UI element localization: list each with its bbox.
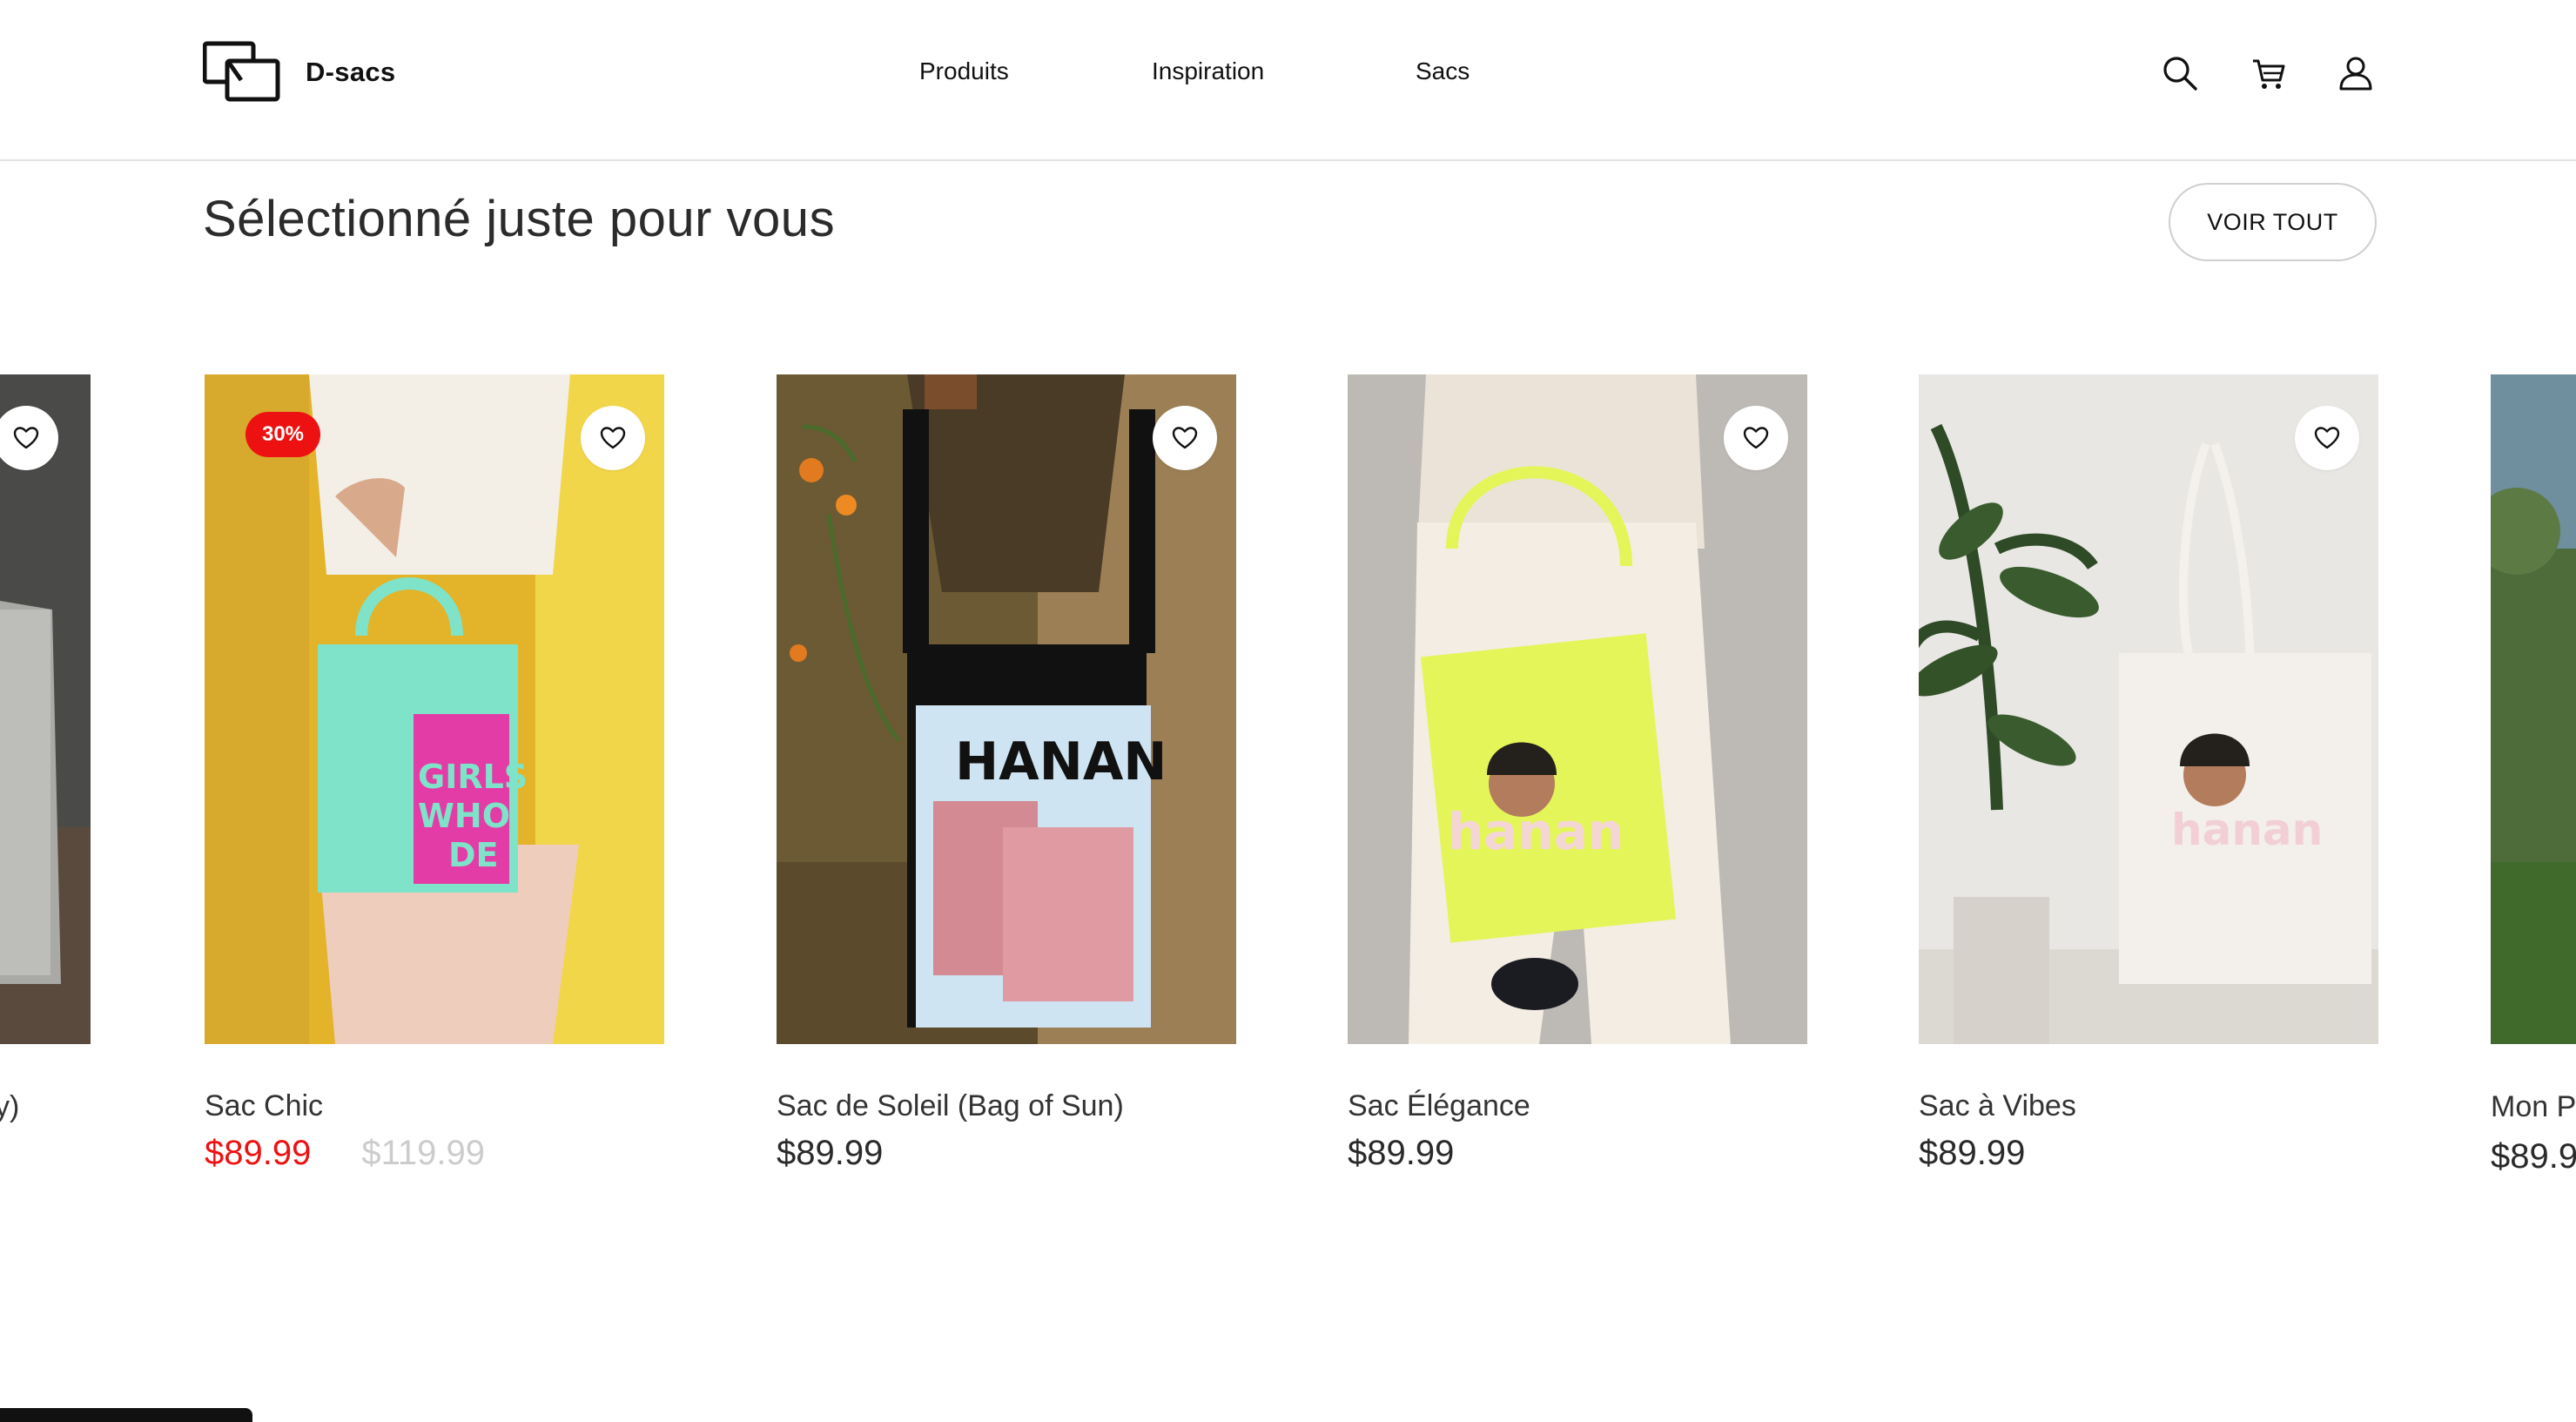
heart-icon bbox=[1743, 427, 1769, 449]
product-card-sac-de-soleil[interactable]: HANAN Sac de Soleil (Bag of Sun) $89.99 bbox=[777, 374, 1236, 1173]
price: $89.99 bbox=[1919, 1134, 2026, 1172]
price-partial: $89.9 bbox=[2491, 1137, 2576, 1176]
product-name-partial: Mon Pe bbox=[2491, 1090, 2576, 1123]
section-title: Sélectionné juste pour vous bbox=[203, 191, 836, 247]
product-prices: $89.99 bbox=[777, 1134, 1236, 1173]
user-icon[interactable] bbox=[2337, 54, 2375, 92]
heart-icon bbox=[1172, 427, 1198, 449]
svg-text:GIRLS: GIRLS bbox=[418, 758, 528, 796]
svg-text:WHO: WHO bbox=[418, 797, 510, 835]
product-card-sac-chic[interactable]: GIRLS WHO DE 30% Sac Chic $89.99 $119.99 bbox=[205, 374, 664, 1173]
status-tag bbox=[0, 1408, 252, 1422]
site-header: D-sacs Produits Inspiration Sacs bbox=[0, 0, 2576, 161]
view-all-button[interactable]: VOIR TOUT bbox=[2169, 183, 2377, 261]
heart-icon bbox=[13, 427, 39, 449]
wishlist-button[interactable] bbox=[1724, 406, 1788, 470]
cart-icon[interactable] bbox=[2250, 54, 2288, 92]
wishlist-button[interactable] bbox=[581, 406, 645, 470]
product-name[interactable]: Sac Chic bbox=[205, 1089, 664, 1123]
svg-text:DE: DE bbox=[448, 836, 499, 874]
nav-sacs[interactable]: Sacs bbox=[1416, 57, 1470, 85]
product-card-sac-a-vibes[interactable]: hanan Sac à Vibes $89.99 bbox=[1919, 374, 2378, 1173]
wishlist-button[interactable] bbox=[1153, 406, 1217, 470]
product-image[interactable]: GIRLS WHO DE 30% bbox=[205, 374, 664, 1044]
price: $89.99 bbox=[1348, 1134, 1455, 1172]
heart-icon bbox=[600, 427, 626, 449]
product-image[interactable]: hanan bbox=[1919, 374, 2378, 1044]
product-image bbox=[2491, 374, 2576, 1044]
tote-mint-photo: GIRLS WHO DE bbox=[205, 374, 664, 1044]
product-name[interactable]: Sac à Vibes bbox=[1919, 1089, 2378, 1123]
original-price: $119.99 bbox=[361, 1134, 485, 1172]
tote-lime-photo: hanan bbox=[1348, 374, 1807, 1044]
product-card-partial-left[interactable] bbox=[0, 374, 91, 1044]
nav-produits[interactable]: Produits bbox=[919, 57, 1009, 85]
product-prices: $89.99 $119.99 bbox=[205, 1134, 664, 1173]
product-name[interactable]: Sac de Soleil (Bag of Sun) bbox=[777, 1089, 1236, 1123]
svg-text:hanan: hanan bbox=[2171, 805, 2323, 855]
price: $89.99 bbox=[777, 1134, 884, 1172]
product-card-sac-elegance[interactable]: hanan Sac Élégance $89.99 bbox=[1348, 374, 1807, 1173]
sale-price: $89.99 bbox=[205, 1134, 312, 1172]
product-image bbox=[0, 374, 91, 1044]
svg-text:hanan: hanan bbox=[1448, 802, 1624, 861]
svg-text:HANAN: HANAN bbox=[955, 731, 1167, 792]
product-name-partial: y) bbox=[0, 1090, 20, 1123]
product-name[interactable]: Sac Élégance bbox=[1348, 1089, 1807, 1123]
discount-badge: 30% bbox=[245, 412, 320, 457]
product-prices: $89.99 bbox=[1348, 1134, 1807, 1173]
product-prices: $89.99 bbox=[1919, 1134, 2378, 1173]
wishlist-button[interactable] bbox=[2295, 406, 2359, 470]
product-card-partial-right[interactable] bbox=[2491, 374, 2576, 1044]
heart-icon bbox=[2314, 427, 2340, 449]
product-image[interactable]: hanan bbox=[1348, 374, 1807, 1044]
search-icon[interactable] bbox=[2161, 54, 2199, 92]
tote-white-photo: hanan bbox=[1919, 374, 2378, 1044]
tote-hanan-photo: HANAN bbox=[777, 374, 1236, 1044]
nav-inspiration[interactable]: Inspiration bbox=[1152, 57, 1264, 85]
product-image[interactable]: HANAN bbox=[777, 374, 1236, 1044]
